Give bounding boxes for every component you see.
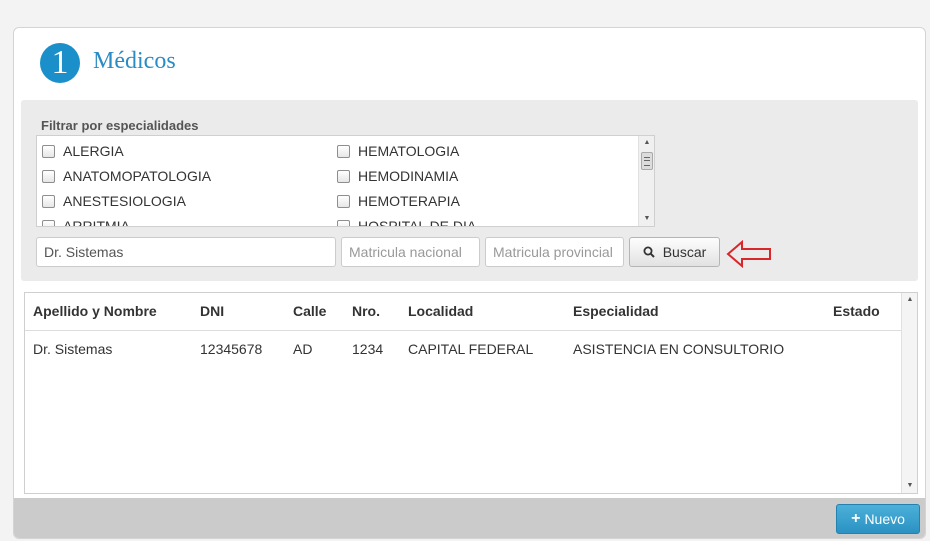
column-header[interactable]: DNI	[192, 293, 285, 331]
checkbox[interactable]	[337, 144, 350, 158]
scroll-up-arrow-icon[interactable]: ▲	[639, 136, 654, 150]
checkbox[interactable]	[42, 169, 55, 183]
scroll-down-arrow-icon[interactable]: ▼	[639, 212, 654, 226]
specialty-label: ALERGIA	[63, 143, 124, 159]
specialty-label: HEMODINAMIA	[358, 168, 459, 184]
specialty-checkbox-item[interactable]: ALERGIA	[42, 140, 124, 162]
column-header[interactable]: Especialidad	[565, 293, 825, 331]
checkbox[interactable]	[42, 194, 55, 208]
specialties-filter-label: Filtrar por especialidades	[41, 118, 199, 133]
search-icon	[643, 246, 655, 258]
checkbox[interactable]	[337, 194, 350, 208]
new-button[interactable]: + Nuevo	[836, 504, 920, 534]
column-header[interactable]: Apellido y Nombre	[25, 293, 192, 331]
checkbox[interactable]	[337, 219, 350, 226]
name-search-input[interactable]	[36, 237, 336, 267]
scroll-down-arrow-icon[interactable]: ▼	[902, 479, 917, 493]
new-button-label: Nuevo	[864, 511, 905, 527]
column-header[interactable]: Estado	[825, 293, 902, 331]
search-button-label: Buscar	[662, 244, 707, 260]
table-cell	[825, 330, 902, 367]
table-row[interactable]: Dr. Sistemas 12345678 AD 1234 CAPITAL FE…	[25, 330, 902, 367]
column-header[interactable]: Nro.	[344, 293, 400, 331]
specialty-label: HOSPITAL DE DIA	[358, 218, 477, 227]
specialty-checkbox-item[interactable]: HEMOTERAPIA	[337, 190, 460, 212]
column-header[interactable]: Localidad	[400, 293, 565, 331]
plus-icon: +	[851, 510, 861, 527]
table-cell: AD	[293, 340, 313, 357]
scroll-thumb[interactable]	[641, 152, 653, 170]
specialty-label: ANESTESIOLOGIA	[63, 193, 186, 209]
specialty-label: ANATOMOPATOLOGIA	[63, 168, 212, 184]
table-header-row: Apellido y Nombre DNI Calle Nro. Localid…	[25, 293, 902, 331]
specialty-checkbox-item[interactable]: HOSPITAL DE DIA	[337, 215, 477, 227]
table-cell: CAPITAL FEDERAL	[408, 340, 534, 357]
specialties-list[interactable]: ALERGIA HEMATOLOGIA ANATOMOPATOLOGIA HEM…	[36, 135, 655, 227]
red-arrow-left-icon	[726, 240, 771, 268]
step-number-badge: 1	[40, 43, 80, 83]
specialty-label: HEMATOLOGIA	[358, 143, 460, 159]
medicos-panel: 1 Médicos Filtrar por especialidades ALE…	[13, 27, 926, 539]
specialty-checkbox-item[interactable]: ANESTESIOLOGIA	[42, 190, 186, 212]
specialty-checkbox-item[interactable]: ARRITMIA	[42, 215, 130, 227]
table-cell: 12345678	[200, 340, 263, 357]
results-table-container: Apellido y Nombre DNI Calle Nro. Localid…	[24, 292, 918, 494]
panel-footer	[14, 498, 925, 538]
specialty-label: ARRITMIA	[63, 218, 130, 227]
specialties-scrollbar[interactable]: ▲ ▼	[638, 136, 654, 226]
specialty-checkbox-item[interactable]: HEMATOLOGIA	[337, 140, 459, 162]
table-cell: 1234	[352, 340, 384, 357]
results-table: Apellido y Nombre DNI Calle Nro. Localid…	[25, 293, 902, 367]
search-button[interactable]: Buscar	[629, 237, 720, 267]
column-header[interactable]: Calle	[285, 293, 344, 331]
results-scrollbar[interactable]: ▲ ▼	[901, 293, 917, 493]
specialty-label: HEMOTERAPIA	[358, 193, 460, 209]
specialty-checkbox-item[interactable]: ANATOMOPATOLOGIA	[42, 165, 211, 187]
filter-area: Filtrar por especialidades ALERGIA HEMAT…	[21, 100, 918, 281]
checkbox[interactable]	[337, 169, 350, 183]
matricula-provincial-input[interactable]	[485, 237, 624, 267]
checkbox[interactable]	[42, 144, 55, 158]
checkbox[interactable]	[42, 219, 55, 226]
table-cell: Dr. Sistemas	[33, 340, 113, 357]
specialty-checkbox-item[interactable]: HEMODINAMIA	[337, 165, 458, 187]
table-cell: ASISTENCIA EN CONSULTORIO	[573, 340, 785, 357]
page-title: Médicos	[93, 48, 176, 74]
matricula-nacional-input[interactable]	[341, 237, 480, 267]
scroll-up-arrow-icon[interactable]: ▲	[902, 293, 917, 307]
